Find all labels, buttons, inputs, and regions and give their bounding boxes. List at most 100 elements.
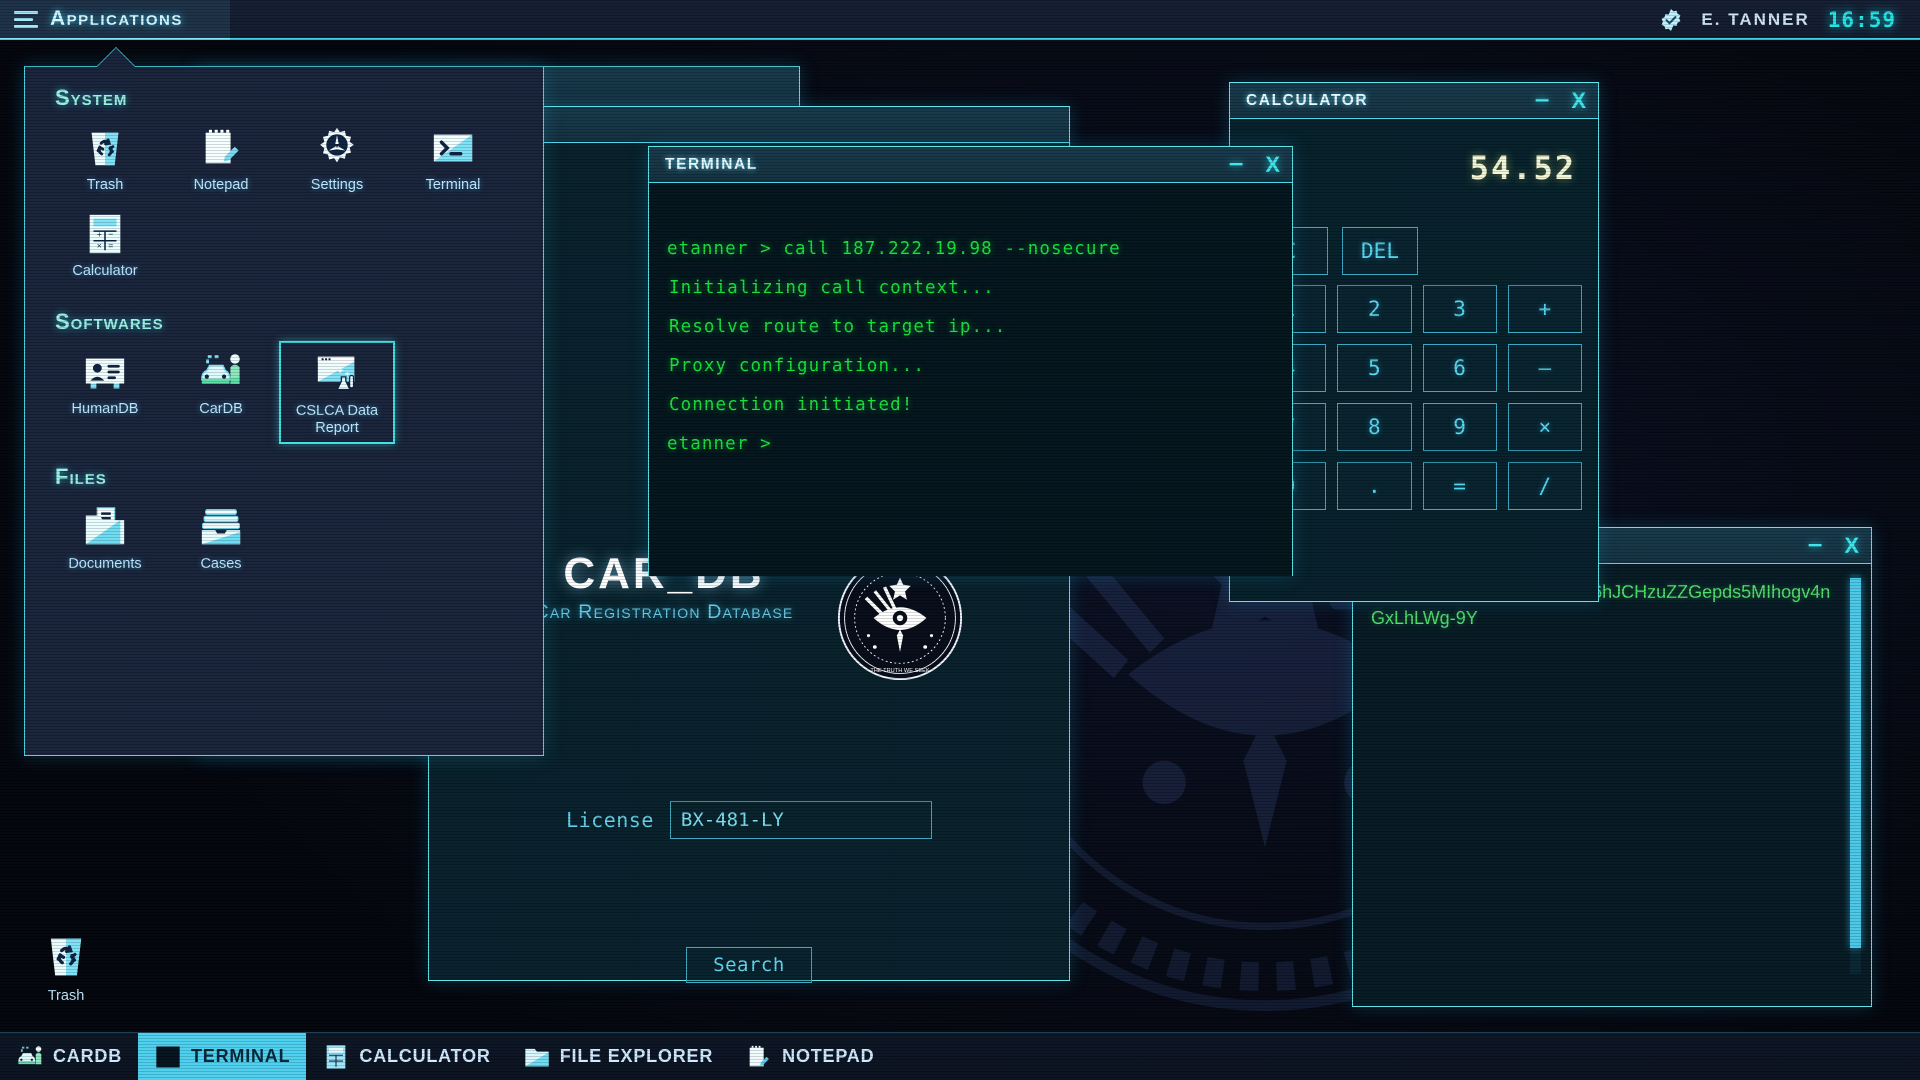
app-item-cases[interactable]: Cases xyxy=(163,496,279,578)
calculator-key[interactable]: . xyxy=(1337,462,1412,510)
terminal-title: TERMINAL xyxy=(665,155,758,173)
car-person-icon xyxy=(18,1045,42,1064)
terminal-line: Initializing call context... xyxy=(669,278,995,298)
terminal-line: etanner > call 187.222.19.98 --nosecure xyxy=(667,239,1121,259)
license-input[interactable]: BX-481-LY xyxy=(669,801,932,839)
status-right-cluster: E. TANNER 16:59 xyxy=(1659,0,1896,40)
group-title-system: System xyxy=(55,85,128,110)
username-label: E. TANNER xyxy=(1701,10,1810,29)
taskbar-item-cardb[interactable]: CARDB xyxy=(0,1033,138,1080)
notepad-icon xyxy=(205,129,239,164)
app-label: Calculator xyxy=(72,263,138,280)
terminal-output[interactable]: etanner > call 187.222.19.98 --nosecure … xyxy=(649,183,1292,576)
taskbar-label: CALCULATOR xyxy=(359,1046,491,1066)
notepad-body[interactable]: /document/d/10MD3rV1-wV6hJCHzuZZGepds5MI… xyxy=(1353,564,1871,1006)
calculator-key[interactable]: 5 xyxy=(1337,344,1412,392)
app-item-calculator[interactable]: + − × = Calculator xyxy=(47,203,163,285)
id-card-icon xyxy=(85,359,125,389)
terminal-line: Resolve route to target ip... xyxy=(669,317,1007,337)
notepad-window-controls: – X xyxy=(1808,530,1859,559)
gear-icon xyxy=(320,127,354,163)
app-label: HumanDB xyxy=(71,401,139,418)
svg-text:THE TRUTH WE SEEK: THE TRUTH WE SEEK xyxy=(871,668,931,674)
close-button[interactable]: X xyxy=(1571,89,1586,112)
clock-label: 16:59 xyxy=(1827,8,1896,32)
folder-icon xyxy=(525,1048,549,1066)
terminal-window-controls: – X xyxy=(1229,149,1280,178)
taskbar-item-calculator[interactable]: CALCULATOR xyxy=(306,1033,506,1080)
calculator-key[interactable]: 6 xyxy=(1422,344,1497,392)
app-item-trash[interactable]: Trash xyxy=(47,117,163,199)
terminal-square-icon xyxy=(156,1046,180,1067)
calculator-titlebar[interactable]: CALCULATOR – X xyxy=(1230,83,1598,119)
terminal-titlebar[interactable]: TERMINAL – X xyxy=(649,147,1292,183)
terminal-line: Connection initiated! xyxy=(669,395,914,415)
group-title-softwares: Softwares xyxy=(55,309,164,335)
minimize-button[interactable]: – xyxy=(1808,530,1822,556)
app-item-documents[interactable]: Documents xyxy=(47,496,163,578)
terminal-icon xyxy=(433,134,473,162)
car-person-icon xyxy=(201,354,240,385)
calculator-key[interactable]: + xyxy=(1507,285,1582,333)
top-status-bar: Applications E. TANNER 16:59 xyxy=(0,0,1920,40)
close-button[interactable]: X xyxy=(1265,153,1280,176)
taskbar-label: NOTEPAD xyxy=(782,1046,875,1066)
calculator-icon: + − × = xyxy=(89,215,121,254)
app-label: Trash xyxy=(86,177,124,193)
desktop-icon-trash[interactable]: Trash xyxy=(20,930,112,1004)
notepad-icon xyxy=(749,1045,770,1066)
app-item-terminal[interactable]: Terminal xyxy=(395,117,511,199)
calculator-key[interactable]: 3 xyxy=(1422,285,1497,333)
app-item-cslca-data-report[interactable]: CSLCA Data Report xyxy=(279,341,395,444)
app-label: Notepad xyxy=(193,177,249,193)
app-label: Settings xyxy=(310,177,364,193)
app-item-humandb[interactable]: HumanDB xyxy=(47,341,163,443)
svg-text:×: × xyxy=(97,241,102,251)
trash-icon xyxy=(91,132,119,166)
calculator-key[interactable]: × xyxy=(1507,403,1582,451)
applications-label: Applications xyxy=(50,7,183,30)
app-item-notepad[interactable]: Notepad xyxy=(163,117,279,199)
group-grid-files: Documents Cases xyxy=(25,494,543,580)
taskbar-label: TERMINAL xyxy=(191,1046,291,1066)
applications-menu-button[interactable]: Applications xyxy=(0,0,230,40)
calculator-title: CALCULATOR xyxy=(1246,91,1369,109)
calculator-display: 54.52 xyxy=(1469,149,1576,187)
taskbar-item-file-explorer[interactable]: FILE EXPLORER xyxy=(507,1033,729,1080)
data-report-icon xyxy=(317,357,355,391)
taskbar-label: CARDB xyxy=(53,1046,122,1066)
calculator-key-delete[interactable]: DEL xyxy=(1342,227,1418,275)
terminal-prompt: etanner > xyxy=(667,434,772,454)
calculator-window-controls: – X xyxy=(1535,85,1586,114)
calculator-key[interactable]: – xyxy=(1507,344,1582,392)
calculator-icon xyxy=(327,1044,346,1069)
group-title-files: Files xyxy=(55,463,107,489)
close-button[interactable]: X xyxy=(1844,534,1859,557)
minimize-button[interactable]: – xyxy=(1229,149,1243,175)
app-label: CarDB xyxy=(199,401,243,418)
calculator-key[interactable]: / xyxy=(1507,462,1582,510)
calculator-key[interactable]: 8 xyxy=(1337,403,1412,451)
calculator-key[interactable]: = xyxy=(1422,462,1497,510)
calculator-key[interactable]: 9 xyxy=(1422,403,1497,451)
taskbar: CARDB TERMINAL CALCULATOR FILE EXPLORER xyxy=(0,1032,1920,1080)
applications-menu-panel: System Trash Notepad Settings Terminal +… xyxy=(24,66,544,756)
folder-documents-icon xyxy=(85,507,125,545)
hamburger-icon xyxy=(14,10,38,28)
license-form-row: License BX-481-LY xyxy=(429,801,1069,839)
search-button[interactable]: Search xyxy=(686,947,812,983)
taskbar-label: FILE EXPLORER xyxy=(559,1046,714,1066)
app-item-settings[interactable]: Settings xyxy=(279,117,395,199)
minimize-button[interactable]: – xyxy=(1535,85,1549,111)
group-grid-softwares: HumanDB CarDB CSLCA Data Report xyxy=(25,339,543,445)
app-item-cardb[interactable]: CarDB xyxy=(163,341,279,443)
app-label: Terminal xyxy=(425,177,481,193)
desktop-trash-label: Trash xyxy=(47,988,85,1004)
scrollbar-thumb[interactable] xyxy=(1850,578,1861,948)
file-tray-icon xyxy=(201,509,241,545)
calculator-keypad: 1 2 3 + 4 5 6 – 7 8 9 × 0 . = / xyxy=(1252,285,1582,510)
app-label: Documents xyxy=(68,555,142,572)
taskbar-item-terminal[interactable]: TERMINAL xyxy=(138,1033,307,1080)
taskbar-item-notepad[interactable]: NOTEPAD xyxy=(729,1033,890,1080)
calculator-key[interactable]: 2 xyxy=(1337,285,1412,333)
